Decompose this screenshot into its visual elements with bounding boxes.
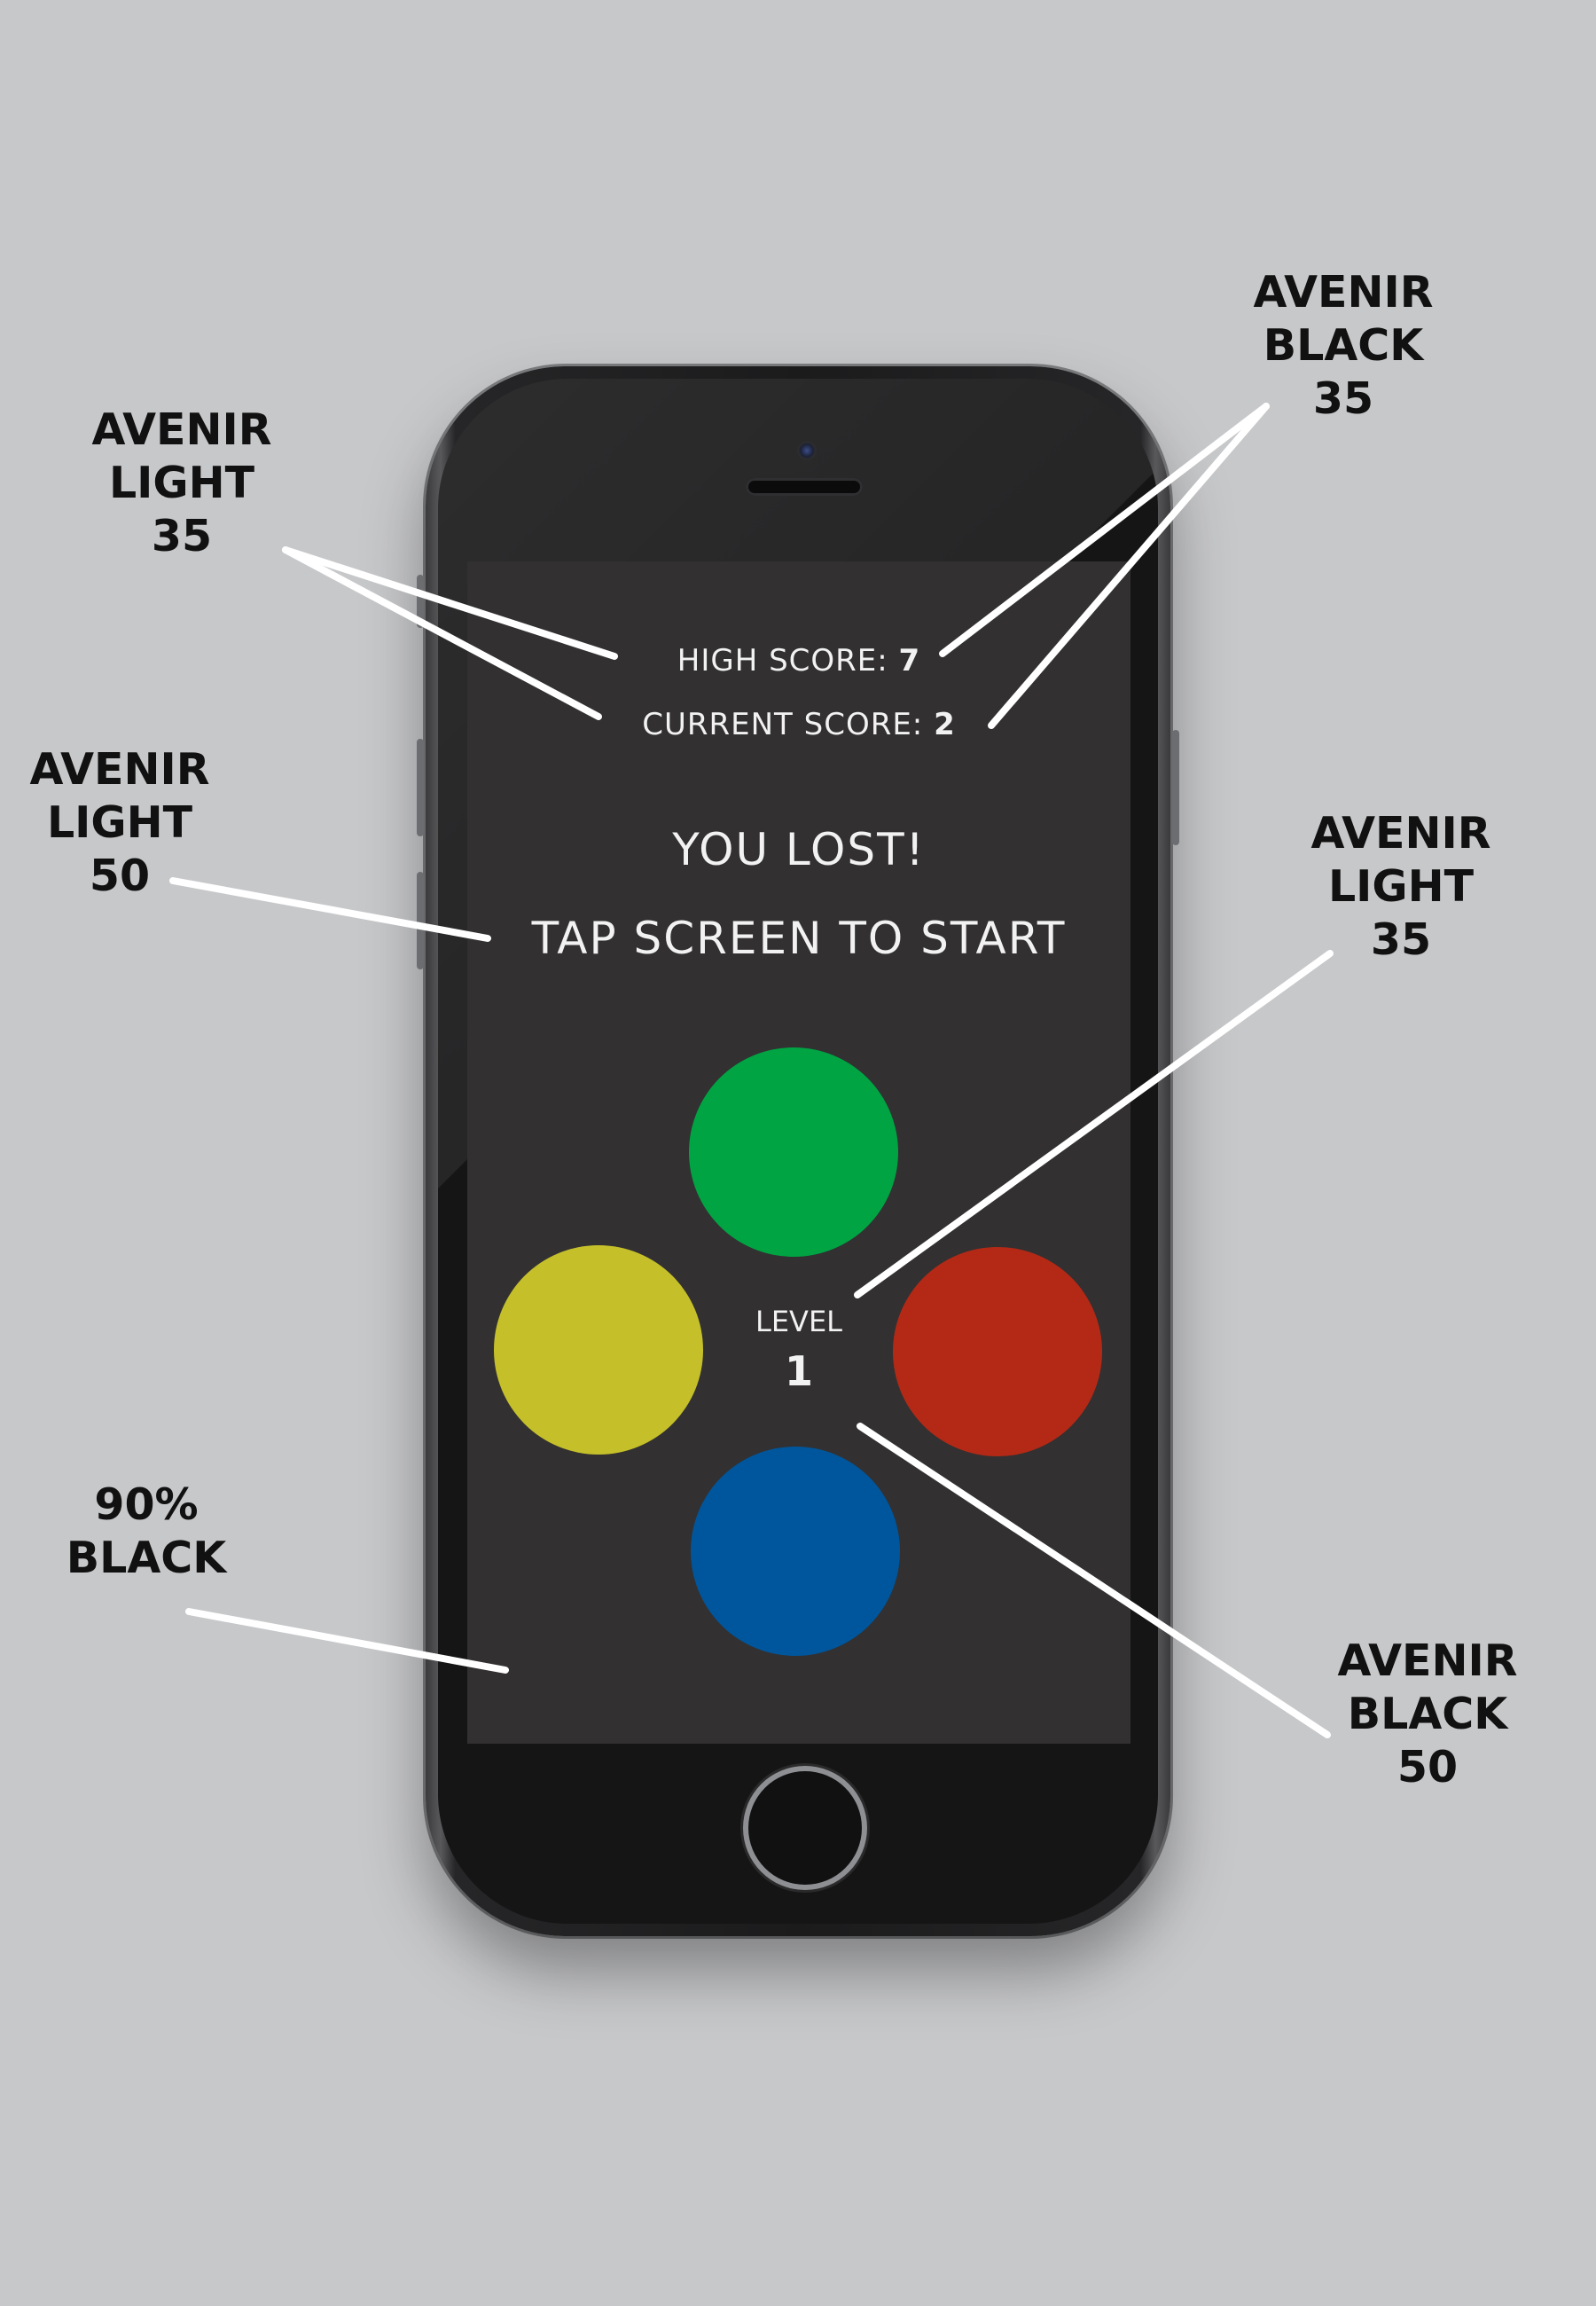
annotation-line-2: BLACK xyxy=(66,1533,227,1583)
annotation-avenir-light-50: AVENIR LIGHT 50 xyxy=(18,743,222,903)
high-score-value: 7 xyxy=(898,643,921,678)
current-score-row: CURRENT SCORE: 2 xyxy=(467,707,1130,742)
annotation-line-3: 35 xyxy=(1312,373,1374,424)
annotation-line-2: BLACK xyxy=(1263,320,1424,371)
home-button[interactable] xyxy=(748,1771,862,1885)
mute-switch xyxy=(417,575,424,628)
volume-up-button xyxy=(417,739,424,836)
red-button[interactable] xyxy=(893,1247,1102,1456)
level-label: LEVEL xyxy=(755,1305,842,1338)
annotation-line-3: 50 xyxy=(89,851,151,901)
annotation-line-2: LIGHT xyxy=(108,458,255,508)
annotation-line-2: LIGHT xyxy=(46,797,193,848)
current-score-label: CURRENT SCORE: xyxy=(642,707,924,742)
high-score-label: HIGH SCORE: xyxy=(677,643,888,678)
game-screen[interactable]: HIGH SCORE: 7 CURRENT SCORE: 2 YOU LOST!… xyxy=(467,561,1130,1744)
annotation-avenir-black-50: AVENIR BLACK 50 xyxy=(1326,1635,1530,1794)
annotation-line-3: 50 xyxy=(1396,1742,1459,1792)
earpiece-speaker xyxy=(746,478,863,496)
annotation-line-2: LIGHT xyxy=(1327,861,1475,912)
annotation-line-3: 35 xyxy=(1370,914,1432,965)
annotation-line-1: AVENIR xyxy=(1253,267,1434,318)
blue-button[interactable] xyxy=(691,1447,900,1656)
annotation-90-black: 90% BLACK xyxy=(44,1479,248,1585)
annotation-avenir-light-35-level: AVENIR LIGHT 35 xyxy=(1299,807,1503,967)
current-score-value: 2 xyxy=(934,707,956,742)
annotation-line-3: 35 xyxy=(151,511,213,561)
annotation-line-1: AVENIR xyxy=(91,404,272,455)
annotation-line-1: AVENIR xyxy=(1337,1635,1518,1686)
yellow-button[interactable] xyxy=(494,1245,703,1455)
annotation-line-2: BLACK xyxy=(1347,1689,1508,1739)
volume-down-button xyxy=(417,872,424,969)
annotation-avenir-light-35-top: AVENIR LIGHT 35 xyxy=(80,404,284,563)
annotation-line-1: AVENIR xyxy=(1310,808,1491,859)
start-prompt: TAP SCREEN TO START xyxy=(531,913,1067,964)
green-button[interactable] xyxy=(689,1047,898,1257)
proximity-sensor xyxy=(693,483,702,492)
front-camera-icon xyxy=(797,441,817,460)
power-button xyxy=(1172,730,1179,845)
annotation-line-1: AVENIR xyxy=(29,744,210,795)
level-value: 1 xyxy=(784,1347,813,1395)
lost-message: YOU LOST! xyxy=(672,824,926,875)
annotation-avenir-black-35: AVENIR BLACK 35 xyxy=(1241,266,1445,426)
annotation-line-1: 90% xyxy=(94,1479,199,1530)
high-score-row: HIGH SCORE: 7 xyxy=(467,643,1130,678)
